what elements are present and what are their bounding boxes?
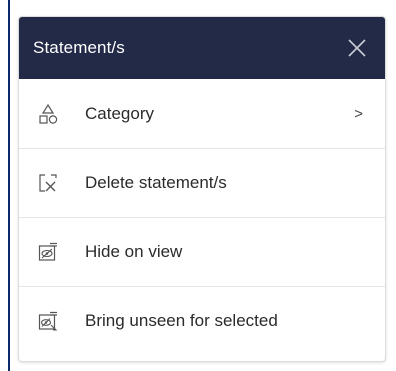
- menu-item-label: Category: [85, 103, 154, 123]
- menu-item-label: Hide on view: [85, 242, 183, 261]
- menu-item-label: Bring unseen for selected: [85, 311, 278, 330]
- close-button[interactable]: [343, 34, 371, 62]
- menu-header: Statement/s: [19, 17, 385, 79]
- menu-title: Statement/s: [33, 38, 125, 57]
- menu-item-hide-on-view[interactable]: Hide on view: [19, 217, 385, 286]
- chevron-right-icon: >: [354, 105, 363, 122]
- menu-item-label: Delete statement/s: [85, 173, 227, 192]
- page-edge-divider: [8, 0, 10, 371]
- menu-items: Category > Delete statement/s Hide on vi…: [19, 79, 385, 355]
- delete-selection-icon: [36, 171, 60, 195]
- statement-context-menu: Statement/s Category > Delete statement/…: [18, 16, 386, 362]
- menu-item-delete-statements[interactable]: Delete statement/s: [19, 148, 385, 217]
- hide-on-view-icon: [36, 240, 60, 264]
- menu-item-category[interactable]: Category >: [19, 79, 385, 148]
- category-shapes-icon: [36, 102, 60, 126]
- menu-item-bring-unseen[interactable]: Bring unseen for selected: [19, 286, 385, 355]
- bring-unseen-icon: [36, 309, 60, 333]
- close-icon: [348, 39, 366, 57]
